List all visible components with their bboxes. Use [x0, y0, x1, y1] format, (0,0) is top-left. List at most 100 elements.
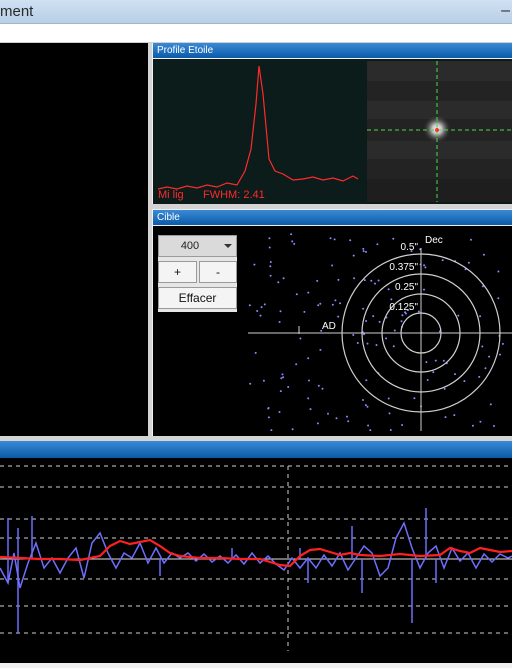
scatter-point: [362, 399, 364, 401]
scatter-point: [335, 417, 338, 420]
scatter-point: [441, 259, 444, 262]
scatter-point: [331, 264, 334, 267]
scatter-point: [333, 238, 336, 241]
scatter-point: [365, 320, 368, 322]
scatter-point: [499, 353, 501, 356]
scatter-point: [432, 371, 435, 374]
scatter-point: [307, 291, 310, 294]
scatter-point: [479, 420, 482, 423]
scatter-point: [378, 320, 381, 323]
scatter-point: [282, 376, 285, 379]
scatter-point: [444, 416, 447, 419]
scatter-point: [308, 379, 310, 382]
horizontal-splitter[interactable]: [152, 204, 512, 209]
scatter-point: [269, 265, 272, 268]
clear-button[interactable]: Effacer: [158, 287, 237, 309]
fwhm-label: FWHM: 2.41: [203, 189, 265, 201]
scatter-point: [287, 386, 290, 388]
scatter-point: [393, 329, 396, 332]
ring-label-0-25: 0.25": [395, 282, 418, 293]
scatter-point: [267, 416, 270, 419]
scatter-point: [295, 293, 298, 296]
ring-label-0-375: 0.375": [389, 262, 418, 273]
scatter-point: [413, 397, 416, 400]
target-controls: 400 + - Effacer: [158, 235, 237, 312]
scatter-point: [363, 333, 366, 336]
ring-label-0-5: 0.5": [401, 242, 419, 253]
scatter-point: [317, 304, 320, 307]
scatter-point: [481, 345, 484, 348]
scatter-point: [387, 397, 390, 400]
scatter-point: [463, 380, 466, 383]
scatter-point: [334, 299, 337, 302]
profile-curve: [157, 65, 359, 190]
scatter-point: [278, 321, 281, 323]
profile-panel-header: Profile Etoile: [153, 43, 512, 58]
scatter-point: [467, 261, 470, 264]
scatter-point: [493, 425, 495, 427]
scatter-point: [385, 337, 388, 340]
star-thumbnail-image: [367, 61, 512, 202]
scatter-point: [329, 237, 332, 240]
scatter-point: [497, 270, 500, 273]
scatter-point: [319, 302, 322, 305]
vertical-splitter[interactable]: [148, 43, 152, 436]
scatter-point: [352, 254, 355, 257]
scatter-point: [457, 314, 460, 317]
scatter-point: [478, 375, 481, 378]
scatter-point: [443, 387, 446, 390]
scatter-point: [370, 279, 373, 282]
scatter-point: [337, 278, 340, 281]
scatter-point: [424, 266, 427, 269]
scatter-point: [262, 379, 265, 382]
scatter-point: [281, 373, 284, 376]
scatter-point: [319, 348, 322, 351]
scatter-point: [426, 379, 429, 381]
profile-mode-label: Mi lig: [158, 189, 184, 201]
scatter-point: [269, 274, 272, 277]
scale-combo-value: 400: [180, 240, 200, 252]
scatter-point: [488, 355, 491, 358]
scatter-point: [375, 344, 378, 346]
scatter-point: [260, 306, 263, 309]
scatter-point: [376, 243, 379, 246]
scatter-point: [353, 277, 356, 280]
scatter-point: [377, 279, 380, 282]
scatter-point: [249, 382, 252, 385]
scatter-point: [321, 387, 324, 390]
chevron-down-icon[interactable]: [224, 244, 232, 248]
scatter-point: [388, 412, 391, 415]
scatter-point: [392, 237, 395, 240]
star-profile-graph: Mi lig FWHM: 2.41: [153, 59, 366, 204]
correction-bars: [7, 508, 437, 633]
scatter-point: [482, 253, 485, 256]
scatter-point: [362, 247, 365, 250]
scatter-point: [372, 315, 375, 318]
graph-panel-header: [0, 441, 512, 458]
scatter-point: [253, 263, 256, 266]
minimize-icon[interactable]: –: [501, 0, 510, 22]
scatter-point: [279, 390, 282, 393]
scatter-point: [347, 420, 350, 423]
scatter-point: [278, 411, 281, 413]
scatter-point: [369, 429, 372, 432]
target-panel: 0.5" 0.375" 0.25" 0.125" Dec AD 400 + - …: [153, 226, 512, 436]
scatter-point: [295, 363, 298, 366]
scatter-point: [365, 250, 367, 253]
scatter-point: [263, 303, 266, 306]
scatter-point: [316, 422, 319, 425]
scatter-point: [453, 414, 456, 417]
scatter-point: [401, 314, 404, 317]
scale-combo[interactable]: 400: [158, 235, 237, 257]
scatter-point: [282, 277, 285, 280]
guiding-graph: [0, 458, 512, 663]
scatter-point: [349, 239, 352, 242]
scatter-point: [489, 403, 492, 406]
scatter-point: [259, 314, 262, 317]
scatter-point: [366, 405, 369, 408]
ad-axis-label: AD: [322, 321, 336, 332]
scatter-point: [367, 424, 370, 427]
zoom-in-button[interactable]: +: [158, 261, 197, 283]
scatter-point: [442, 359, 445, 362]
zoom-out-button[interactable]: -: [199, 261, 237, 283]
